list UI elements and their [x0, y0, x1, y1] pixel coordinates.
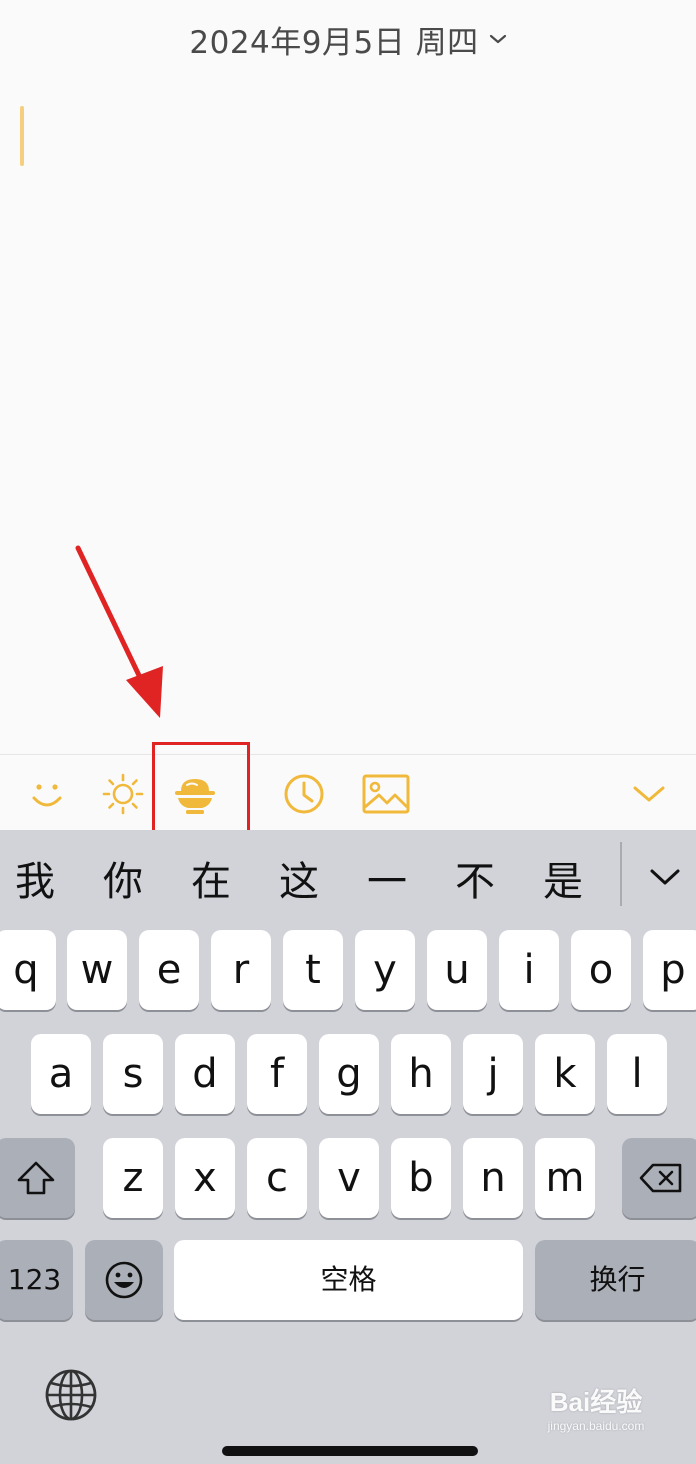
clock-icon[interactable] — [281, 771, 327, 817]
key-b[interactable]: b — [391, 1138, 451, 1218]
home-indicator[interactable] — [222, 1446, 478, 1456]
text-editor[interactable] — [0, 86, 696, 754]
diary-editor-screen: 2024年9月5日 周四 我 你 在 这 一 不 是 q w e r t y u… — [0, 0, 696, 1464]
candidate-item[interactable]: 是 — [528, 848, 598, 908]
key-h[interactable]: h — [391, 1034, 451, 1114]
watermark-url: jingyan.baidu.com — [547, 1419, 645, 1433]
globe-icon[interactable] — [42, 1366, 100, 1424]
key-j[interactable]: j — [463, 1034, 523, 1114]
key-o[interactable]: o — [571, 930, 631, 1010]
emoji-key[interactable] — [85, 1240, 163, 1320]
key-n[interactable]: n — [463, 1138, 523, 1218]
key-f[interactable]: f — [247, 1034, 307, 1114]
candidate-item[interactable]: 在 — [176, 848, 246, 908]
key-i[interactable]: i — [499, 930, 559, 1010]
candidate-item[interactable]: 我 — [0, 848, 70, 908]
key-p[interactable]: p — [643, 930, 696, 1010]
text-cursor — [20, 106, 24, 166]
backspace-key[interactable] — [622, 1138, 696, 1218]
key-c[interactable]: c — [247, 1138, 307, 1218]
image-icon[interactable] — [360, 771, 412, 817]
candidate-bar: 我 你 在 这 一 不 是 — [0, 830, 696, 926]
key-z[interactable]: z — [103, 1138, 163, 1218]
key-x[interactable]: x — [175, 1138, 235, 1218]
watermark-logo-text: Bai经验 — [549, 1387, 643, 1417]
baidu-jingyan-watermark: Bai经验 jingyan.baidu.com — [526, 1382, 666, 1448]
numbers-key[interactable]: 123 — [0, 1240, 73, 1320]
key-s[interactable]: s — [103, 1034, 163, 1114]
shift-icon — [17, 1161, 54, 1195]
sun-icon[interactable] — [100, 771, 146, 817]
date-title: 2024年9月5日 周四 — [189, 24, 479, 61]
editor-toolbar — [0, 754, 696, 830]
key-w[interactable]: w — [67, 930, 127, 1010]
key-m[interactable]: m — [535, 1138, 595, 1218]
key-y[interactable]: y — [355, 930, 415, 1010]
space-key[interactable]: 空格 — [174, 1240, 523, 1320]
candidate-item[interactable]: 一 — [352, 848, 422, 908]
chevron-down-icon — [489, 33, 507, 45]
key-e[interactable]: e — [139, 930, 199, 1010]
candidate-item[interactable]: 不 — [440, 848, 510, 908]
shift-key[interactable] — [0, 1138, 75, 1218]
key-a[interactable]: a — [31, 1034, 91, 1114]
key-v[interactable]: v — [319, 1138, 379, 1218]
key-k[interactable]: k — [535, 1034, 595, 1114]
key-g[interactable]: g — [319, 1034, 379, 1114]
smile-icon[interactable] — [24, 771, 70, 817]
candidate-divider — [620, 842, 622, 906]
emoji-icon — [105, 1261, 143, 1299]
candidate-item[interactable]: 你 — [88, 848, 158, 908]
expand-candidates-chevron-icon[interactable] — [640, 852, 690, 902]
ime-keyboard: 我 你 在 这 一 不 是 q w e r t y u i o p a s d … — [0, 830, 696, 1464]
key-q[interactable]: q — [0, 930, 56, 1010]
return-key[interactable]: 换行 — [535, 1240, 696, 1320]
backspace-icon — [639, 1163, 682, 1193]
key-u[interactable]: u — [427, 930, 487, 1010]
date-header[interactable]: 2024年9月5日 周四 — [0, 14, 696, 64]
key-d[interactable]: d — [175, 1034, 235, 1114]
collapse-toolbar-chevron-icon[interactable] — [626, 771, 672, 817]
key-t[interactable]: t — [283, 930, 343, 1010]
key-r[interactable]: r — [211, 930, 271, 1010]
key-l[interactable]: l — [607, 1034, 667, 1114]
candidate-item[interactable]: 这 — [264, 848, 334, 908]
